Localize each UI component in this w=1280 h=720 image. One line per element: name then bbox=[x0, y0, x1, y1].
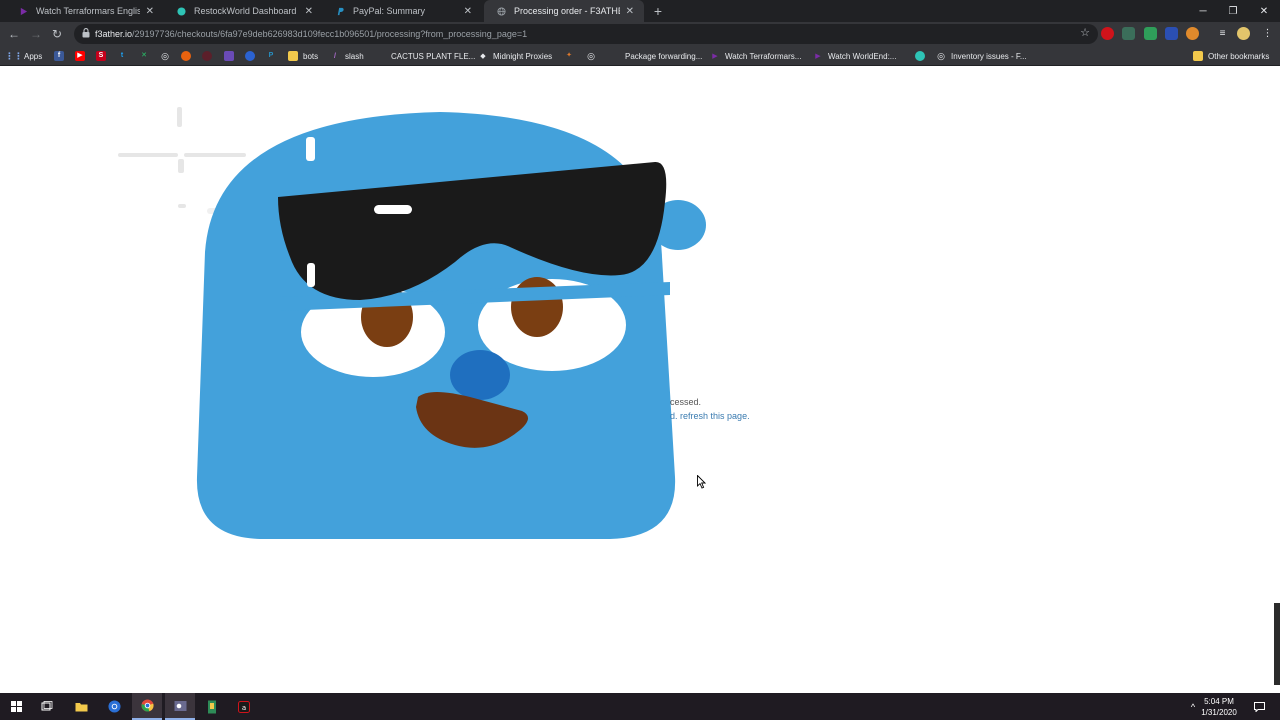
bookmark-other[interactable]: Other bookmarks bbox=[1193, 46, 1269, 66]
blue-circle-icon[interactable] bbox=[245, 51, 255, 61]
folder-icon bbox=[1193, 51, 1203, 61]
glasses-shine-top bbox=[306, 137, 315, 161]
clock-time: 5:04 PM bbox=[1204, 697, 1234, 706]
tab-title: PayPal: Summary bbox=[353, 6, 426, 16]
purple-icon[interactable] bbox=[224, 51, 234, 61]
back-arrow-icon[interactable]: ← bbox=[5, 25, 23, 43]
cactus-icon bbox=[376, 51, 386, 61]
teal-circle-icon[interactable] bbox=[915, 51, 925, 61]
system-clock[interactable]: 5:04 PM 1/31/2020 bbox=[1194, 696, 1244, 718]
cool-mascot-image bbox=[118, 107, 706, 539]
refresh-message: d. refresh this page. bbox=[670, 411, 750, 421]
processing-message: cessed. bbox=[670, 397, 702, 407]
red-app-icon[interactable]: a bbox=[229, 693, 259, 720]
close-tab-icon[interactable]: ✕ bbox=[464, 6, 472, 17]
bookmark-package-forwarding[interactable]: Package forwarding... bbox=[610, 46, 702, 66]
bookmarks-bar: ⋮⋮ Apps f ▶ S t ✕ ◎ P bots / slash CACTU… bbox=[0, 46, 1280, 66]
media-controls-icon[interactable]: ≡ bbox=[1216, 27, 1229, 40]
globe-icon[interactable]: ◎ bbox=[586, 51, 596, 61]
extension-recycle-icon[interactable] bbox=[1122, 27, 1135, 40]
avatar[interactable] bbox=[1237, 27, 1250, 40]
purple-play-icon bbox=[18, 6, 29, 17]
facebook-icon[interactable]: f bbox=[54, 51, 64, 61]
extension-red-icon[interactable] bbox=[1101, 27, 1114, 40]
bookmark-bots[interactable]: bots bbox=[288, 46, 318, 66]
globe-icon[interactable]: ◎ bbox=[160, 51, 170, 61]
tab-title: RestockWorld Dashboard bbox=[194, 6, 297, 16]
tab-paypal[interactable]: PayPal: Summary ✕ bbox=[323, 0, 482, 22]
youtube-icon[interactable]: ▶ bbox=[75, 51, 85, 61]
slash-icon: / bbox=[334, 52, 336, 60]
page-scrollbar[interactable] bbox=[1274, 603, 1280, 685]
svg-text:a: a bbox=[242, 704, 246, 712]
bookmark-watch-worldend[interactable]: ▶ Watch WorldEnd:... bbox=[813, 46, 896, 66]
bookmark-cactus-plant[interactable]: CACTUS PLANT FLE... bbox=[376, 46, 475, 66]
tab-processing-order[interactable]: Processing order - F3ATHER I/O ✕ bbox=[484, 0, 644, 22]
twitter-icon[interactable]: t bbox=[117, 51, 127, 61]
address-bar[interactable]: f3ather.io/29197736/checkouts/6fa97e9deb… bbox=[74, 24, 1098, 44]
extension-cookie-icon[interactable] bbox=[1186, 27, 1199, 40]
mascot-nose bbox=[450, 350, 510, 400]
bookmark-watch-terraformars[interactable]: ▶ Watch Terraformars... bbox=[710, 46, 801, 66]
extension-lightning-icon[interactable] bbox=[1144, 27, 1157, 40]
clock-date: 1/31/2020 bbox=[1201, 708, 1237, 717]
restore-icon[interactable]: ❐ bbox=[1218, 0, 1248, 22]
new-tab-button[interactable]: + bbox=[650, 3, 666, 19]
purple-play-icon: ▶ bbox=[712, 53, 718, 60]
close-tab-icon[interactable]: ✕ bbox=[626, 6, 634, 17]
globe-icon bbox=[496, 6, 507, 17]
apps-grid-icon: ⋮⋮ bbox=[5, 50, 23, 61]
file-explorer-icon[interactable] bbox=[66, 693, 96, 720]
x-icon[interactable]: ✕ bbox=[139, 51, 149, 61]
close-tab-icon[interactable]: ✕ bbox=[146, 6, 154, 17]
chrome-active-icon[interactable] bbox=[132, 693, 162, 720]
bookmark-slash[interactable]: / slash bbox=[330, 46, 364, 66]
chrome-icon[interactable] bbox=[99, 693, 129, 720]
lock-icon bbox=[82, 28, 90, 38]
task-view-icon[interactable] bbox=[32, 693, 62, 720]
page-content: cessed. d. refresh this page. bbox=[0, 67, 1280, 693]
bookmark-star-icon[interactable]: ☆ bbox=[1080, 26, 1090, 39]
bookmark-midnight-proxies[interactable]: ◆ Midnight Proxies bbox=[478, 46, 552, 66]
tab-title: Processing order - F3ATHER I/O bbox=[514, 6, 620, 16]
windows-start-icon[interactable] bbox=[1, 693, 31, 720]
bot-app-icon[interactable] bbox=[197, 693, 227, 720]
teal-circle-icon bbox=[176, 6, 187, 17]
forward-arrow-icon[interactable]: → bbox=[27, 25, 45, 43]
url-text: f3ather.io/29197736/checkouts/6fa97e9deb… bbox=[95, 29, 528, 39]
midnight-icon: ◆ bbox=[480, 53, 486, 60]
globe-icon: ◎ bbox=[937, 50, 945, 61]
purple-play-icon: ▶ bbox=[815, 53, 821, 60]
paypal-icon[interactable]: P bbox=[266, 51, 276, 61]
glasses-shine bbox=[374, 205, 412, 214]
orange-bolt-icon[interactable]: ✦ bbox=[564, 51, 574, 61]
notification-center-icon[interactable] bbox=[1245, 693, 1273, 720]
tab-restockworld[interactable]: RestockWorld Dashboard ✕ bbox=[164, 0, 323, 22]
paypal-icon bbox=[335, 6, 346, 17]
dark-red-icon[interactable] bbox=[202, 51, 212, 61]
bookmark-inventory-issues[interactable]: ◎ Inventory issues - F... bbox=[936, 46, 1027, 66]
tab-terraformars[interactable]: Watch Terraformars English Subb ✕ bbox=[6, 0, 164, 22]
folder-icon bbox=[288, 51, 298, 61]
glasses-shine-small bbox=[307, 263, 315, 287]
browser-toolbar: ← → ↻ f3ather.io/29197736/checkouts/6fa9… bbox=[0, 22, 1280, 46]
menu-kebab-icon[interactable]: ⋮ bbox=[1261, 27, 1274, 40]
minimize-icon[interactable]: ─ bbox=[1188, 0, 1218, 22]
refresh-message-prefix: d. bbox=[670, 411, 678, 421]
bookmark-apps[interactable]: ⋮⋮ Apps bbox=[5, 46, 42, 66]
tab-title: Watch Terraformars English Subb bbox=[36, 6, 140, 16]
tab-strip: Watch Terraformars English Subb ✕ Restoc… bbox=[0, 0, 1280, 22]
right-pupil bbox=[511, 277, 563, 337]
supreme-icon[interactable]: S bbox=[96, 51, 106, 61]
mouse-cursor-icon bbox=[697, 475, 706, 489]
orange-circle-icon[interactable] bbox=[181, 51, 191, 61]
snipping-tool-icon[interactable] bbox=[165, 693, 195, 720]
globe-icon bbox=[610, 51, 620, 61]
close-tab-icon[interactable]: ✕ bbox=[305, 6, 313, 17]
refresh-page-link[interactable]: refresh this page. bbox=[680, 411, 750, 421]
extension-paint-icon[interactable] bbox=[1165, 27, 1178, 40]
windows-taskbar: a ^ 5:04 PM 1/31/2020 bbox=[0, 693, 1280, 720]
reload-icon[interactable]: ↻ bbox=[48, 25, 66, 43]
close-window-icon[interactable]: ✕ bbox=[1249, 0, 1279, 22]
